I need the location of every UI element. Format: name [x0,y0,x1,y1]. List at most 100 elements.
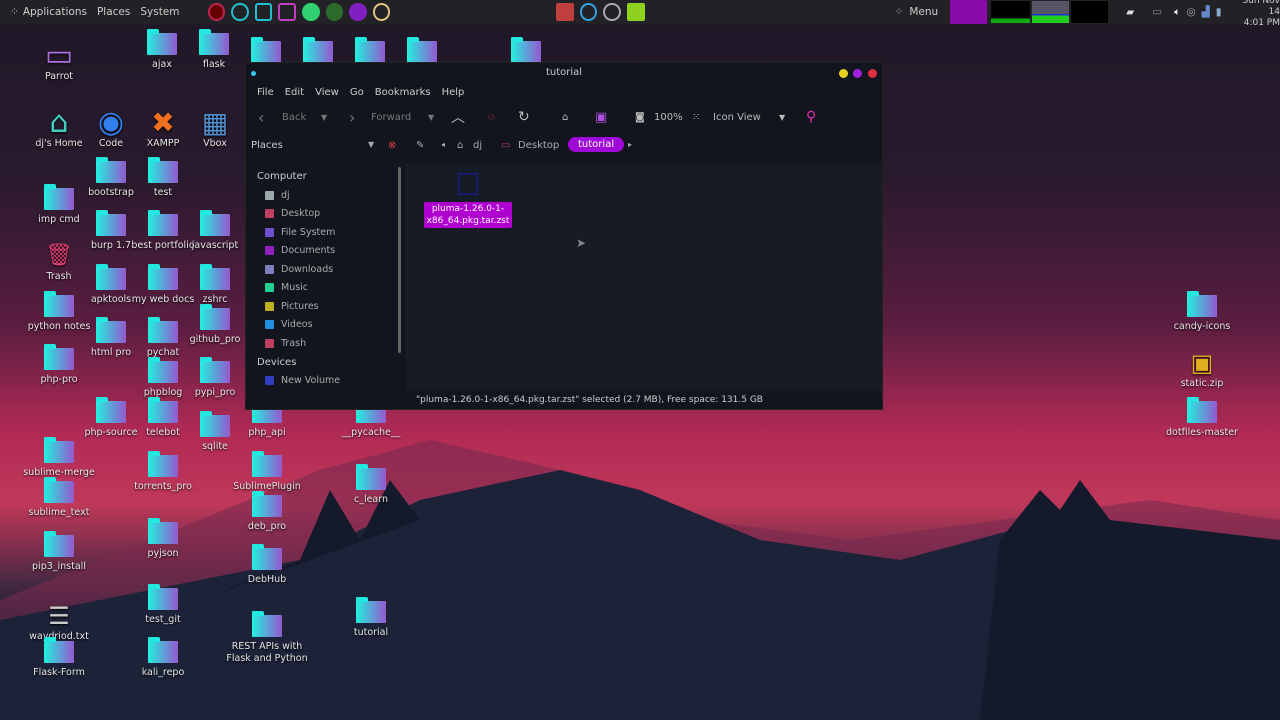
workspace-switcher[interactable] [950,0,988,24]
vpn-icon[interactable]: ◎ [1186,6,1195,18]
desktop-icon[interactable]: SublimePlugin [217,451,317,493]
menu-edit[interactable]: Edit [285,87,304,98]
edit-location-icon[interactable]: ✎ [416,140,424,151]
sidebar-item-file-system[interactable]: File System [249,223,399,242]
reload-icon[interactable]: ↻ [518,109,530,125]
desktop-icon[interactable]: php-pro [9,344,109,386]
folder-icon[interactable] [407,37,437,63]
folder-icon[interactable] [303,37,333,63]
zoom-level[interactable]: 100% [654,112,683,123]
desktop-icon[interactable]: pyjson [113,518,213,560]
folder-icon[interactable] [511,37,541,63]
desktop-icon[interactable]: pychat [113,317,213,359]
firefox-icon[interactable] [207,3,226,21]
back-button[interactable]: Back [282,112,306,123]
desktop-icon[interactable]: pip3_install [9,531,109,573]
desktop-icon[interactable]: dotfiles-master [1152,397,1252,439]
up-icon[interactable]: ︿ [451,107,465,127]
title-bar[interactable]: tutorial [246,63,882,83]
battery-icon[interactable]: ▮ [1216,6,1222,18]
sidebar-item-new-volume[interactable]: New Volume [249,372,399,391]
zoom-icon[interactable]: ◙ [635,112,645,123]
desktop-icon[interactable]: REST APIs with Flask and Python [222,611,312,665]
parrot-menu-icon[interactable]: ⁘ [10,6,19,18]
desktop-icon[interactable]: tutorial [321,597,421,639]
files-icon[interactable] [556,3,574,21]
menu-bookmarks[interactable]: Bookmarks [375,87,431,98]
desktop-icon[interactable]: kali_repo [113,637,213,679]
file-view[interactable]: pluma-1.26.0-1-x86_64.pkg.tar.zst ➤ [406,163,882,391]
desktop-icon[interactable]: sublime_text [9,477,109,519]
clock[interactable]: Sun Nov 14 4:01 PM [1229,0,1280,29]
burp-icon[interactable] [349,3,367,21]
menu-go[interactable]: Go [350,87,364,98]
forward-icon[interactable]: › [349,108,355,127]
stop-icon[interactable]: ⊖ [487,112,495,123]
home-icon[interactable]: ⌂ [562,112,568,123]
crumb-desktop[interactable]: Desktop [518,140,559,151]
places-menu[interactable]: Places [97,6,130,18]
back-dropdown-icon[interactable]: ▼ [321,113,327,122]
file-item-selected[interactable]: pluma-1.26.0-1-x86_64.pkg.tar.zst [424,202,512,228]
package-file-icon[interactable] [458,173,478,195]
network-icon[interactable]: ▟ [1202,6,1210,18]
desktop-icon[interactable]: sublime-merge [9,437,109,479]
menu-file[interactable]: File [257,87,274,98]
caffeine-icon[interactable]: ▰ [1126,6,1134,18]
sidebar-item-pictures[interactable]: Pictures [249,297,399,316]
editor-icon[interactable] [278,3,296,21]
forward-dropdown-icon[interactable]: ▼ [428,113,434,122]
maximize-button[interactable] [853,69,862,78]
applications-menu[interactable]: Applications [23,6,87,18]
chrome-icon[interactable] [231,3,249,21]
menu-help[interactable]: Help [442,87,465,98]
desktop-icon[interactable]: deb_pro [217,491,317,533]
desktop-icon[interactable]: c_learn [321,464,421,506]
pea-icon[interactable] [627,3,645,21]
desktop-icon[interactable]: ☰ waydriod.txt [9,601,109,643]
sidebar-item-music[interactable]: Music [249,279,399,298]
obs-icon[interactable] [603,3,621,21]
shell-icon[interactable] [372,3,391,21]
view-icon[interactable]: ⁙ [692,112,700,123]
close-pane-icon[interactable]: ⊗ [388,140,396,151]
desktop-icon[interactable]: test_git [113,584,213,626]
folder-icon[interactable] [251,37,281,63]
chrome-icon[interactable] [579,3,598,21]
folder-icon[interactable] [355,37,385,63]
sidebar-item-downloads[interactable]: Downloads [249,260,399,279]
view-mode-select[interactable]: Icon View [713,112,761,123]
desktop-icon[interactable]: candy-icons [1152,291,1252,333]
system-menu[interactable]: System [140,6,179,18]
view-dropdown-icon[interactable]: ▼ [779,113,785,122]
minimize-button[interactable] [839,69,848,78]
sidebar-item-trash[interactable]: Trash [249,334,399,353]
sidebar-scrollbar[interactable] [398,167,401,353]
side-pane-dropdown-icon[interactable]: ▼ [368,140,374,149]
globe-icon[interactable] [325,3,344,21]
desktop-icon[interactable]: torrents_pro [113,451,213,493]
desktop-icon[interactable]: ▭ Parrot [9,41,109,83]
bolt-icon[interactable] [302,3,320,21]
desktop-icon[interactable]: DebHub [217,544,317,586]
desktop-icon[interactable]: Flask-Form [9,637,109,679]
sidebar-item-videos[interactable]: Videos [249,316,399,335]
desktop-icon[interactable]: test [113,157,213,199]
path-right-arrow-icon[interactable]: ▸ [628,140,632,149]
sidebar-item-dj[interactable]: dj [249,186,399,205]
keyboard-icon[interactable]: ▭ [1152,6,1162,18]
sidebar-item-documents[interactable]: Documents [249,242,399,261]
crumb-dj[interactable]: dj [473,140,482,151]
computer-icon[interactable]: ▣ [595,110,607,125]
terminal-icon[interactable] [254,3,273,21]
menu-button[interactable]: Menu [909,6,938,18]
side-pane-select[interactable]: Places [251,140,283,151]
desktop-icon[interactable]: ▣ static.zip [1152,348,1252,390]
window-menu-icon[interactable] [251,71,256,76]
sidebar-item-desktop[interactable]: Desktop [249,205,399,224]
menu-view[interactable]: View [315,87,339,98]
forward-button[interactable]: Forward [371,112,411,123]
volume-icon[interactable]: 🔈︎ [1174,6,1180,19]
search-icon[interactable]: ⚲ [806,109,816,125]
close-button[interactable] [868,69,877,78]
